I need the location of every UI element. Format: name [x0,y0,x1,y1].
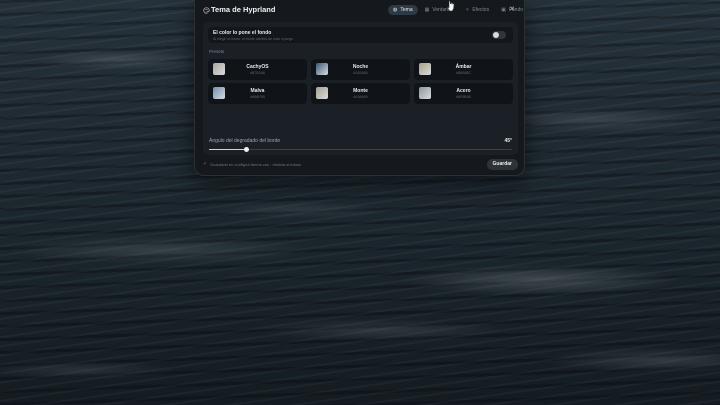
preset-card-ambar[interactable]: Ámbar #B8A88C [414,59,513,80]
check-icon: ✓ [203,161,208,167]
save-button[interactable]: Guardar [486,159,518,170]
gradient-angle-label: Ángulo del degradado del borde [209,138,281,144]
slider-track [209,149,512,151]
tab-bar: ◍ Tema ▦ Ventanas ✧ Efectos ▣ Fondo [388,5,528,15]
option-subtitle: Al elegir un fondo, el borde cambia de c… [213,37,293,41]
image-icon: ▣ [501,7,506,13]
footer: ✓ Guardado en config/ui-theme.css · rein… [195,154,524,175]
background-color-toggle[interactable] [492,31,506,39]
preset-card-monte[interactable]: Monte #A9A590 [311,83,410,104]
preset-hex: #6B8FB5 [250,95,265,99]
preset-card-cachyos[interactable]: CachyOS #B7B3A8 [208,59,307,80]
presets-grid: CachyOS #B7B3A8 Noche #3A5A80 Ámbar #B8A… [208,59,513,104]
window-title: Tema de Hyprland [211,5,276,14]
preset-name: Malva [250,88,265,94]
theme-settings-window: Tema de Hyprland ◍ Tema ▦ Ventanas ✧ Efe… [194,0,525,176]
preset-name: Ámbar [455,64,472,70]
preset-hex: #3A5A80 [353,71,368,75]
tab-label: Efectos [472,7,490,13]
gradient-angle-value: 45° [504,138,512,144]
preset-name: CachyOS [246,64,269,70]
tab-label: Tema [400,7,413,13]
presets-label: Presets [209,49,225,54]
sparkle-icon: ✧ [465,7,470,13]
toggle-knob [493,32,499,38]
tab-efectos[interactable]: ✧ Efectos [460,5,494,15]
preset-hex: #A9A590 [353,95,368,99]
preset-name: Monte [353,88,368,94]
slider-fill [209,149,247,151]
palette-icon [203,7,210,14]
preset-card-acero[interactable]: Acero #8E9BA5 [414,83,513,104]
slider-thumb[interactable] [244,147,250,152]
option-title: El color lo pone el fondo [213,30,272,36]
preset-name: Noche [352,64,369,70]
windows-icon: ▦ [424,7,430,13]
save-status: Guardado en config/ui-theme.css · reinic… [210,162,301,167]
tab-tema[interactable]: ◍ Tema [388,5,418,15]
preset-hex: #8E9BA5 [456,95,471,99]
theme-panel: El color lo pone el fondo Al elegir un f… [203,22,518,155]
preset-hex: #B7B3A8 [250,71,265,75]
preset-name: Acero [456,88,471,94]
mouse-cursor-icon [447,0,455,12]
titlebar: Tema de Hyprland ◍ Tema ▦ Ventanas ✧ Efe… [195,0,524,22]
preset-hex: #B8A88C [456,71,471,75]
close-icon[interactable]: ✕ [509,5,515,13]
preset-card-malva[interactable]: Malva #6B8FB5 [208,83,307,104]
preset-card-noche[interactable]: Noche #3A5A80 [311,59,410,80]
gradient-angle-slider[interactable] [209,147,512,152]
palette-icon: ◍ [393,7,398,13]
background-color-option: El color lo pone el fondo Al elegir un f… [208,27,513,43]
